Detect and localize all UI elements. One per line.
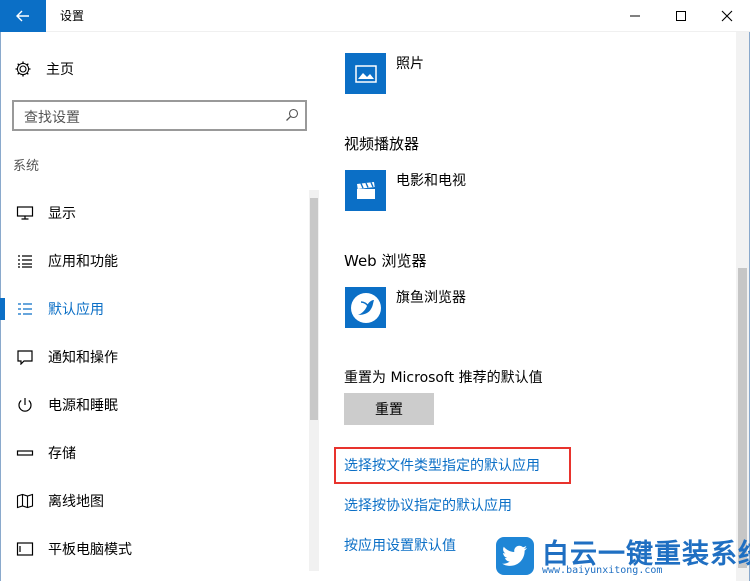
video-player-heading: 视频播放器 — [344, 135, 420, 153]
power-icon — [16, 396, 34, 414]
display-icon — [16, 204, 34, 222]
sidebar-item-label: 存储 — [48, 446, 76, 462]
choose-by-protocol-link[interactable]: 选择按协议指定的默认应用 — [344, 495, 512, 515]
close-icon — [721, 10, 733, 22]
sidebar-item-storage[interactable]: 存储 — [0, 429, 305, 477]
photos-icon — [354, 64, 377, 83]
section-label: 系统 — [13, 159, 40, 174]
home-label: 主页 — [46, 62, 74, 78]
web-browser-heading: Web 浏览器 — [344, 252, 427, 270]
watermark: 白云一键重装系统 www.baiyunxitong.com — [496, 532, 750, 578]
sidebar-item-label: 平板电脑模式 — [48, 542, 132, 558]
sidebar-item-label: 离线地图 — [48, 494, 104, 510]
main-scrollbar-thumb[interactable] — [738, 268, 747, 568]
sidebar-item-tablet-mode[interactable]: 平板电脑模式 — [0, 525, 305, 573]
sailfish-browser-icon — [350, 292, 381, 323]
browser-app-tile — [345, 287, 386, 328]
search-input[interactable]: 查找设置 — [12, 100, 307, 131]
tablet-icon — [16, 540, 34, 558]
window-title: 设置 — [60, 9, 85, 23]
movies-tv-app-tile — [345, 170, 386, 211]
sidebar-item-notifications[interactable]: 通知和操作 — [0, 333, 305, 381]
map-icon — [16, 492, 34, 510]
reset-button[interactable]: 重置 — [344, 393, 434, 425]
sidebar-item-power-sleep[interactable]: 电源和睡眠 — [0, 381, 305, 429]
sidebar-scrollbar-thumb[interactable] — [310, 198, 318, 420]
sidebar-item-label: 显示 — [48, 206, 76, 222]
storage-icon — [16, 444, 34, 462]
choose-by-file-type-link[interactable]: 选择按文件类型指定的默认应用 — [344, 455, 540, 475]
set-defaults-by-app-link[interactable]: 按应用设置默认值 — [344, 535, 456, 555]
title-bar: 设置 — [0, 0, 750, 32]
notification-icon — [16, 348, 34, 366]
sidebar-item-label: 默认应用 — [48, 302, 104, 318]
search-placeholder: 查找设置 — [24, 110, 80, 126]
sidebar-item-offline-maps[interactable]: 离线地图 — [0, 477, 305, 525]
gear-icon — [15, 61, 31, 77]
sidebar-item-label: 电源和睡眠 — [48, 398, 118, 414]
browser-app-name: 旗鱼浏览器 — [396, 290, 466, 306]
back-arrow-icon — [16, 10, 29, 22]
sidebar-item-apps-features[interactable]: 应用和功能 — [0, 237, 305, 285]
maximize-button[interactable] — [658, 0, 704, 32]
sidebar-item-default-apps[interactable]: 默认应用 — [0, 285, 305, 333]
reset-heading: 重置为 Microsoft 推荐的默认值 — [344, 370, 543, 386]
minimize-button[interactable] — [612, 0, 658, 32]
close-button[interactable] — [704, 0, 750, 32]
photos-app-name: 照片 — [396, 56, 424, 72]
home-nav-item[interactable]: 主页 — [14, 56, 74, 82]
default-apps-icon — [16, 300, 34, 318]
active-indicator — [0, 298, 5, 320]
sidebar-item-label: 通知和操作 — [48, 350, 118, 366]
search-icon[interactable] — [285, 108, 299, 122]
maximize-icon — [676, 11, 686, 21]
sidebar-item-label: 应用和功能 — [48, 254, 118, 270]
twitter-bird-icon — [496, 537, 534, 575]
clapperboard-icon — [356, 181, 375, 199]
minimize-icon — [630, 15, 640, 17]
back-button[interactable] — [0, 0, 46, 32]
photos-app-tile — [345, 53, 386, 94]
movies-tv-app-name: 电影和电视 — [396, 173, 466, 189]
sidebar-item-display[interactable]: 显示 — [0, 189, 305, 237]
apps-list-icon — [16, 252, 34, 270]
watermark-url: www.baiyunxitong.com — [542, 565, 663, 576]
